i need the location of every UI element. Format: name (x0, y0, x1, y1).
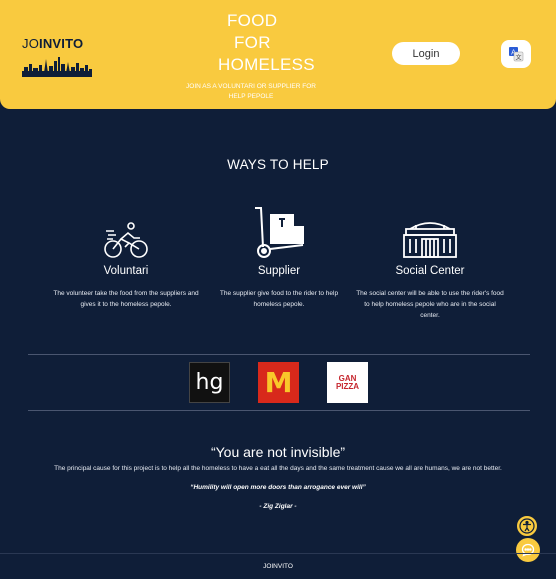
logo-suffix: INVITO (39, 36, 84, 51)
way-desc-supplier: The supplier give food to the rider to h… (219, 290, 339, 308)
logo-text: JOINVITO (22, 36, 94, 51)
quote-italic: “Humility will open more doors than arro… (190, 484, 366, 491)
way-card-voluntari: Voluntari The volunteer take the food fr… (50, 205, 202, 310)
divider-top (28, 354, 530, 355)
hero-title-line3: HOMELESS (218, 55, 315, 74)
mcdonalds-icon: M (264, 366, 293, 399)
brand-logo-hg[interactable]: hg (189, 362, 230, 403)
translate-icon: A 文 (509, 47, 524, 62)
brand-logo-mcdonalds[interactable]: M (258, 362, 299, 403)
way-card-supplier: Supplier The supplier give food to the r… (208, 205, 350, 310)
accessibility-icon (519, 518, 535, 534)
way-desc-voluntari: The volunteer take the food from the sup… (53, 290, 199, 308)
way-name-social-center: Social Center (395, 265, 465, 277)
brand-logo-gan-pizza[interactable]: GAN PIZZA (327, 362, 368, 403)
quote-author: - Zig Ziglar - (259, 503, 297, 510)
hero-title: FOOD FOR HOMELESS (182, 10, 322, 76)
city-skyline-icon (22, 57, 92, 77)
divider-bottom (28, 410, 530, 411)
brand-hg-text: hg (195, 370, 224, 395)
chat-button[interactable] (516, 538, 540, 562)
footer-text: JOINVITO (263, 563, 293, 570)
accessibility-button[interactable] (516, 515, 538, 537)
quote-text: The principal cause for this project is … (54, 465, 502, 472)
svg-text:文: 文 (515, 54, 521, 62)
translate-button[interactable]: A 文 (501, 40, 531, 68)
way-name-voluntari: Voluntari (103, 265, 149, 277)
building-icon (403, 222, 457, 258)
gan-pizza-line2: PIZZA (335, 381, 360, 391)
logo-prefix: JO (22, 36, 40, 51)
login-button[interactable]: Login (392, 42, 460, 65)
joinvito-logo[interactable]: JOINVITO (22, 36, 94, 77)
chat-icon (521, 543, 535, 557)
quote-title: “You are not invisible” (210, 444, 346, 460)
hero-block: FOOD FOR HOMELESS JOIN AS A VOLUNTARI OR… (182, 10, 322, 102)
footer-divider (0, 553, 556, 554)
way-card-social-center: Social Center The social center will be … (355, 205, 505, 321)
way-name-supplier: Supplier (257, 265, 301, 277)
hand-truck-icon (255, 207, 304, 258)
ways-to-help-title: WAYS TO HELP (227, 157, 329, 172)
header-bar: JOINVITO FOOD FOR HOMELESS JOIN AS A VOL… (0, 0, 556, 109)
way-desc-social-center: The social center will be able to use th… (356, 290, 504, 319)
hero-title-line2: FOR (234, 33, 271, 52)
cyclist-icon (104, 222, 148, 258)
hero-title-line1: FOOD (227, 11, 278, 30)
hero-subtitle: JOIN AS A VOLUNTARI OR SUPPLIER FOR HELP… (186, 83, 316, 100)
